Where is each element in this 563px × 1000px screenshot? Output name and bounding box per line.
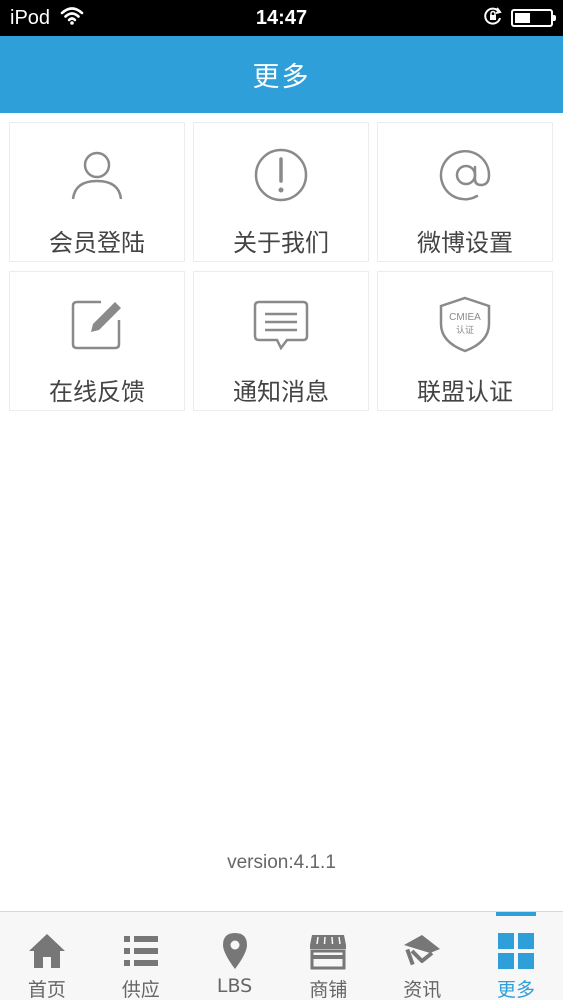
tab-more[interactable]: 更多 — [469, 912, 563, 1000]
menu-item-label: 通知消息 — [233, 378, 329, 406]
menu-item-member-login[interactable]: 会员登陆 — [9, 122, 185, 262]
menu-item-label: 微博设置 — [417, 229, 513, 257]
status-bar: iPod 14:47 — [0, 0, 563, 36]
rotation-lock-icon — [483, 6, 503, 30]
menu-item-notifications[interactable]: 通知消息 — [193, 271, 369, 411]
menu-item-alliance-certification[interactable]: CMIEA 认证 联盟认证 — [377, 271, 553, 411]
tab-label: LBS — [216, 975, 253, 997]
badge-text-bottom: 认证 — [456, 324, 474, 336]
menu-item-label: 会员登陆 — [49, 229, 145, 257]
menu-item-weibo-settings[interactable]: 微博设置 — [377, 122, 553, 262]
badge-text-top: CMIEA — [449, 312, 481, 323]
tab-lbs[interactable]: LBS — [188, 912, 282, 1000]
user-icon — [67, 145, 127, 205]
shield-badge-icon: CMIEA 认证 — [435, 294, 495, 354]
menu-item-label: 关于我们 — [233, 229, 329, 257]
carrier-label: iPod — [10, 6, 51, 29]
battery-icon — [511, 9, 556, 27]
page-title: 更多 — [252, 62, 311, 93]
tab-label: 商铺 — [309, 979, 348, 1000]
tab-label: 资讯 — [403, 979, 442, 1000]
status-time: 14:47 — [255, 7, 308, 29]
tab-home[interactable]: 首页 — [0, 912, 94, 1000]
status-left: iPod — [10, 0, 84, 36]
menu-item-online-feedback[interactable]: 在线反馈 — [9, 271, 185, 411]
tab-news[interactable]: 资讯 — [375, 912, 469, 1000]
wifi-icon — [60, 6, 84, 30]
news-icon — [402, 931, 442, 971]
message-icon — [251, 294, 311, 354]
info-exclamation-icon — [251, 145, 311, 205]
edit-icon — [67, 294, 127, 354]
menu-item-about-us[interactable]: 关于我们 — [193, 122, 369, 262]
tab-supply[interactable]: 供应 — [94, 912, 188, 1000]
store-icon — [308, 931, 348, 971]
grid-icon — [496, 931, 536, 971]
list-icon — [121, 931, 161, 971]
tab-label: 供应 — [121, 979, 160, 1000]
tab-store[interactable]: 商铺 — [281, 912, 375, 1000]
nav-bar: 更多 — [0, 36, 563, 113]
at-icon — [435, 145, 495, 205]
tab-label: 更多 — [497, 979, 536, 1000]
tab-label: 首页 — [27, 979, 66, 1000]
version-label: version:4.1.1 — [227, 852, 336, 873]
tab-bar: 首页 供应 LBS 商铺 资讯 更多 — [0, 911, 563, 1000]
active-tab-indicator — [496, 912, 537, 916]
menu-item-label: 联盟认证 — [417, 378, 513, 406]
menu-item-label: 在线反馈 — [49, 378, 145, 406]
location-pin-icon — [215, 931, 255, 971]
home-icon — [27, 931, 67, 971]
menu-grid: 会员登陆 关于我们 微博设置 在线反馈 通知消息 CMIEA 认证 联盟认证 — [9, 122, 554, 411]
status-right — [483, 0, 556, 36]
